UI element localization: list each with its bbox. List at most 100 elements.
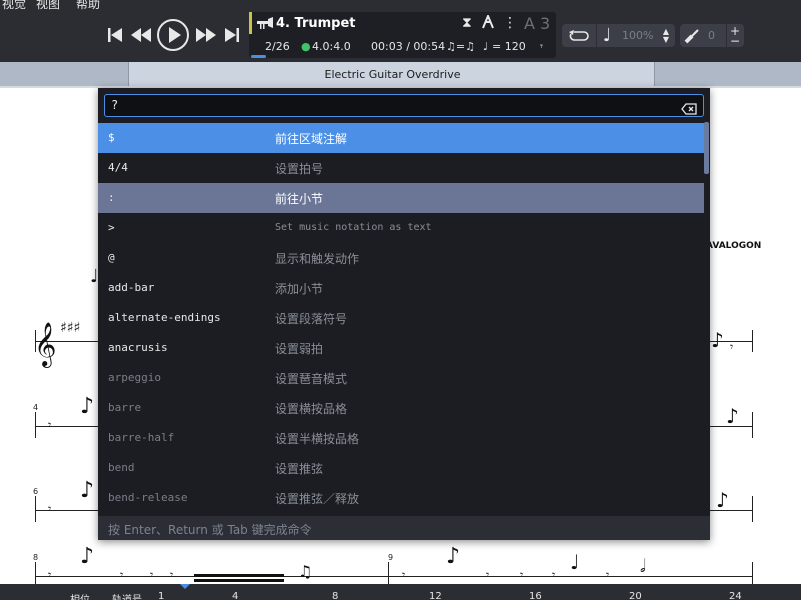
check-circle-icon: ● [301,40,311,53]
command-description: 显示和触发动作 [275,250,359,267]
divider [726,24,727,47]
command-description: 设置推弦 [275,460,323,477]
ruler-tick: 12 [429,591,442,600]
command-name: $ [108,131,115,144]
command-row[interactable]: @显示和触发动作 [98,243,704,273]
playback-progress[interactable] [251,55,266,58]
palette-footer: 按 Enter、Return 或 Tab 键完成命令 [98,516,710,540]
track-name[interactable]: 4. Trumpet [276,16,356,31]
barline [752,330,753,352]
command-row[interactable]: >Set music notation as text [98,213,704,243]
ruler-tick: 24 [729,591,742,600]
command-row[interactable]: :前往小节 [98,183,704,213]
track-color-accent [249,12,252,34]
plus-minus-icon[interactable]: +− [728,24,742,47]
menu-item-help[interactable]: 帮助 [76,0,100,12]
note-icon: ♪ [446,544,460,569]
command-description: 设置半横按品格 [275,430,359,447]
track-tab[interactable]: Electric Guitar Overdrive [128,62,655,86]
quarter-note-icon: ♩ [599,25,615,46]
command-name: > [108,221,115,234]
rest-icon: 𝄾 [520,568,523,583]
command-row[interactable]: 4/4 设置拍号 [98,153,704,183]
note-icon: ♪ [716,488,729,512]
swing-icon: ♫=♫ [446,40,475,53]
command-row[interactable]: add-bar 添加小节 [98,273,704,303]
command-row[interactable]: barre-half设置半横按品格 [98,423,704,453]
barline [35,496,36,522]
command-row[interactable]: bend-release设置推弦／释放 [98,483,704,513]
loop-icon[interactable] [566,26,592,45]
skip-back-icon[interactable] [104,24,126,46]
rest-icon: 𝄾 [486,568,489,583]
command-name: alternate-endings [108,311,221,324]
hourglass-icon[interactable]: ⧗ [462,15,472,31]
rest-icon: 𝄾 [150,568,153,583]
tuning-fork-icon[interactable] [481,15,495,33]
command-name: anacrusis [108,341,168,354]
skip-forward-icon[interactable] [221,24,243,46]
more-options-icon[interactable]: ⋮ [503,15,517,31]
rest-icon: 𝄾 [552,568,555,583]
menu-item-window[interactable]: 视图 [36,0,60,12]
command-description: 设置拍号 [275,160,323,177]
command-description: 设置推弦／释放 [275,490,359,507]
bar-number: 8 [33,553,38,562]
ruler-tick: 16 [529,591,542,600]
command-list-scrollbar[interactable] [704,122,710,516]
menu-item-view[interactable]: 视觉 [2,0,26,12]
barline [752,562,753,584]
rewind-icon[interactable] [129,24,153,46]
metronome-pendulum-icon[interactable] [683,26,701,45]
metronome-icon[interactable]: 𝄾 [540,40,543,54]
speed-stepper-icon[interactable]: ▲▼ [660,26,672,45]
tempo-note-icon: ♩ [483,40,488,53]
command-description: 设置弱拍 [275,340,323,357]
playback-speed[interactable]: 100% [622,29,653,42]
scrollbar-thumb[interactable] [704,122,709,174]
barline [388,562,389,584]
footer-hint: 按 Enter、Return 或 Tab 键完成命令 [108,521,312,538]
composer-text: AVALOGON [706,241,761,251]
command-name: add-bar [108,281,154,294]
rest-icon: 𝄾 [606,568,609,583]
command-name: barre [108,401,141,414]
ruler-tick: 1 [158,591,164,600]
command-row[interactable]: bend 设置推弦 [98,453,704,483]
command-name: : [108,191,115,204]
rest-icon: 𝄾 [402,568,405,583]
note-icon: ♪ [80,544,94,569]
bar-number: 9 [388,553,393,562]
beam [194,574,284,577]
command-search-input[interactable]: ? [104,94,704,117]
command-row[interactable]: anacrusis 设置弱拍 [98,333,704,363]
divider [596,24,597,47]
rest-icon: 𝄾 [48,418,51,433]
command-name: 4/4 [108,161,128,174]
elapsed-time: 00:03 / 00:54 [371,40,445,53]
command-description: 添加小节 [275,280,323,297]
note-icon: ♫ [298,562,312,581]
trumpet-icon [256,16,274,30]
bar-position: 2/26 [265,40,290,53]
command-row[interactable]: alternate-endings 设置段落符号 [98,303,704,333]
clear-input-icon[interactable] [681,100,697,112]
rest-icon: 𝄾 [120,568,123,583]
command-row[interactable]: $前往区域注解 [98,123,704,153]
barline [35,412,36,438]
playhead-marker[interactable] [180,584,190,589]
ruler-label: 相位 [70,591,90,600]
bar-number: 6 [33,487,38,496]
command-row[interactable]: arpeggio设置琶音模式 [98,363,704,393]
fast-forward-icon[interactable] [194,24,218,46]
ruler-tick: 20 [629,591,642,600]
time-signature: 4.0:4.0 [312,40,351,53]
metronome-value: 0 [708,29,715,42]
note-icon: ♪ [726,404,739,428]
command-description: 设置段落符号 [275,310,347,327]
song-key: A 3 [524,14,550,33]
command-name: bend [108,461,135,474]
command-row[interactable]: barre设置横按品格 [98,393,704,423]
play-icon[interactable] [156,18,190,52]
bar-number: 4 [33,403,38,412]
